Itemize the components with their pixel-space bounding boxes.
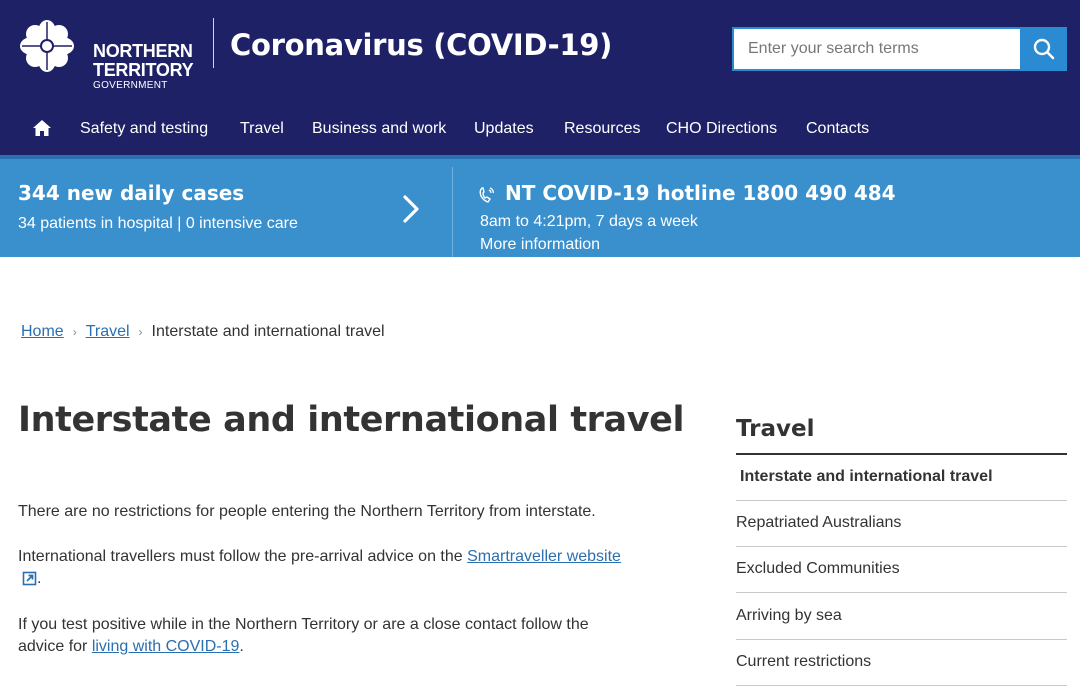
sidebar-title: Travel xyxy=(736,416,815,442)
nav-item-updates[interactable]: Updates xyxy=(474,120,534,138)
sidebar-item-repatriated-australians[interactable]: Repatriated Australians xyxy=(736,501,1067,547)
more-information-link[interactable]: More information xyxy=(480,236,600,254)
main-nav: Safety and testing Travel Business and w… xyxy=(0,104,1080,154)
living-with-covid-link[interactable]: living with COVID-19 xyxy=(92,638,240,655)
sidebar-item-current-restrictions[interactable]: Current restrictions xyxy=(736,640,1067,686)
site-title[interactable]: Coronavirus (COVID-19) xyxy=(230,28,612,62)
logo-line-3: GOVERNMENT xyxy=(93,80,168,91)
breadcrumb-home[interactable]: Home xyxy=(21,323,64,340)
sidebar-item-interstate-international-travel[interactable]: Interstate and international travel xyxy=(736,455,1067,501)
breadcrumb-current: Interstate and international travel xyxy=(151,323,385,340)
nav-item-contacts[interactable]: Contacts xyxy=(806,120,869,138)
daily-cases-title: 344 new daily cases xyxy=(18,181,245,205)
search-icon xyxy=(1033,38,1055,60)
flower-logo-icon xyxy=(20,20,74,72)
logo-line-2: TERRITORY xyxy=(93,60,194,80)
breadcrumb-separator: › xyxy=(138,325,143,339)
paragraph-text: International travellers must follow the… xyxy=(18,548,468,565)
sidebar-item-excluded-communities[interactable]: Excluded Communities xyxy=(736,547,1067,593)
hospital-summary: 34 patients in hospital | 0 intensive ca… xyxy=(18,215,298,232)
paragraph-end: . xyxy=(37,570,42,587)
covid-status-band: 344 new daily cases 34 patients in hospi… xyxy=(0,155,1080,257)
nav-item-resources[interactable]: Resources xyxy=(564,120,640,138)
nav-item-cho-directions[interactable]: CHO Directions xyxy=(666,120,777,138)
hotline-hours: 8am to 4:21pm, 7 days a week xyxy=(480,213,698,230)
logo-line-1: NORTHERN xyxy=(93,41,193,61)
breadcrumb-separator: › xyxy=(72,325,77,339)
breadcrumb-travel[interactable]: Travel xyxy=(86,323,130,340)
header-divider xyxy=(213,18,214,68)
nav-item-business-and-work[interactable]: Business and work xyxy=(312,120,446,138)
nt-government-logo[interactable]: NORTHERN TERRITORY GOVERNMENT xyxy=(18,18,194,91)
logo-wordmark: NORTHERN TERRITORY GOVERNMENT xyxy=(93,41,194,91)
search-bar xyxy=(732,27,1067,71)
site-header: NORTHERN TERRITORY GOVERNMENT Coronaviru… xyxy=(0,0,1080,155)
smartraveller-link[interactable]: Smartraveller website xyxy=(467,548,621,565)
hotline-number[interactable]: NT COVID-19 hotline 1800 490 484 xyxy=(505,181,896,205)
search-input[interactable] xyxy=(732,27,1022,71)
paragraph-end: . xyxy=(239,638,244,655)
paragraph-international: International travellers must follow the… xyxy=(18,546,658,590)
paragraph-interstate: There are no restrictions for people ent… xyxy=(18,503,596,520)
paragraph-positive-test: If you test positive while in the Northe… xyxy=(18,614,628,658)
breadcrumb: Home › Travel › Interstate and international… xyxy=(21,323,385,341)
daily-cases-link[interactable]: 344 new daily cases 34 patients in hospi… xyxy=(0,159,452,257)
home-icon[interactable] xyxy=(32,119,52,137)
external-link-icon[interactable] xyxy=(22,571,37,586)
search-button[interactable] xyxy=(1021,27,1067,71)
sidebar-item-arriving-by-sea[interactable]: Arriving by sea xyxy=(736,594,1067,640)
page-title: Interstate and international travel xyxy=(18,400,685,440)
nav-item-safety-and-testing[interactable]: Safety and testing xyxy=(80,120,208,138)
chevron-right-icon xyxy=(403,195,419,223)
band-divider xyxy=(452,167,453,257)
nav-item-travel[interactable]: Travel xyxy=(240,120,284,138)
phone-icon xyxy=(479,187,495,203)
